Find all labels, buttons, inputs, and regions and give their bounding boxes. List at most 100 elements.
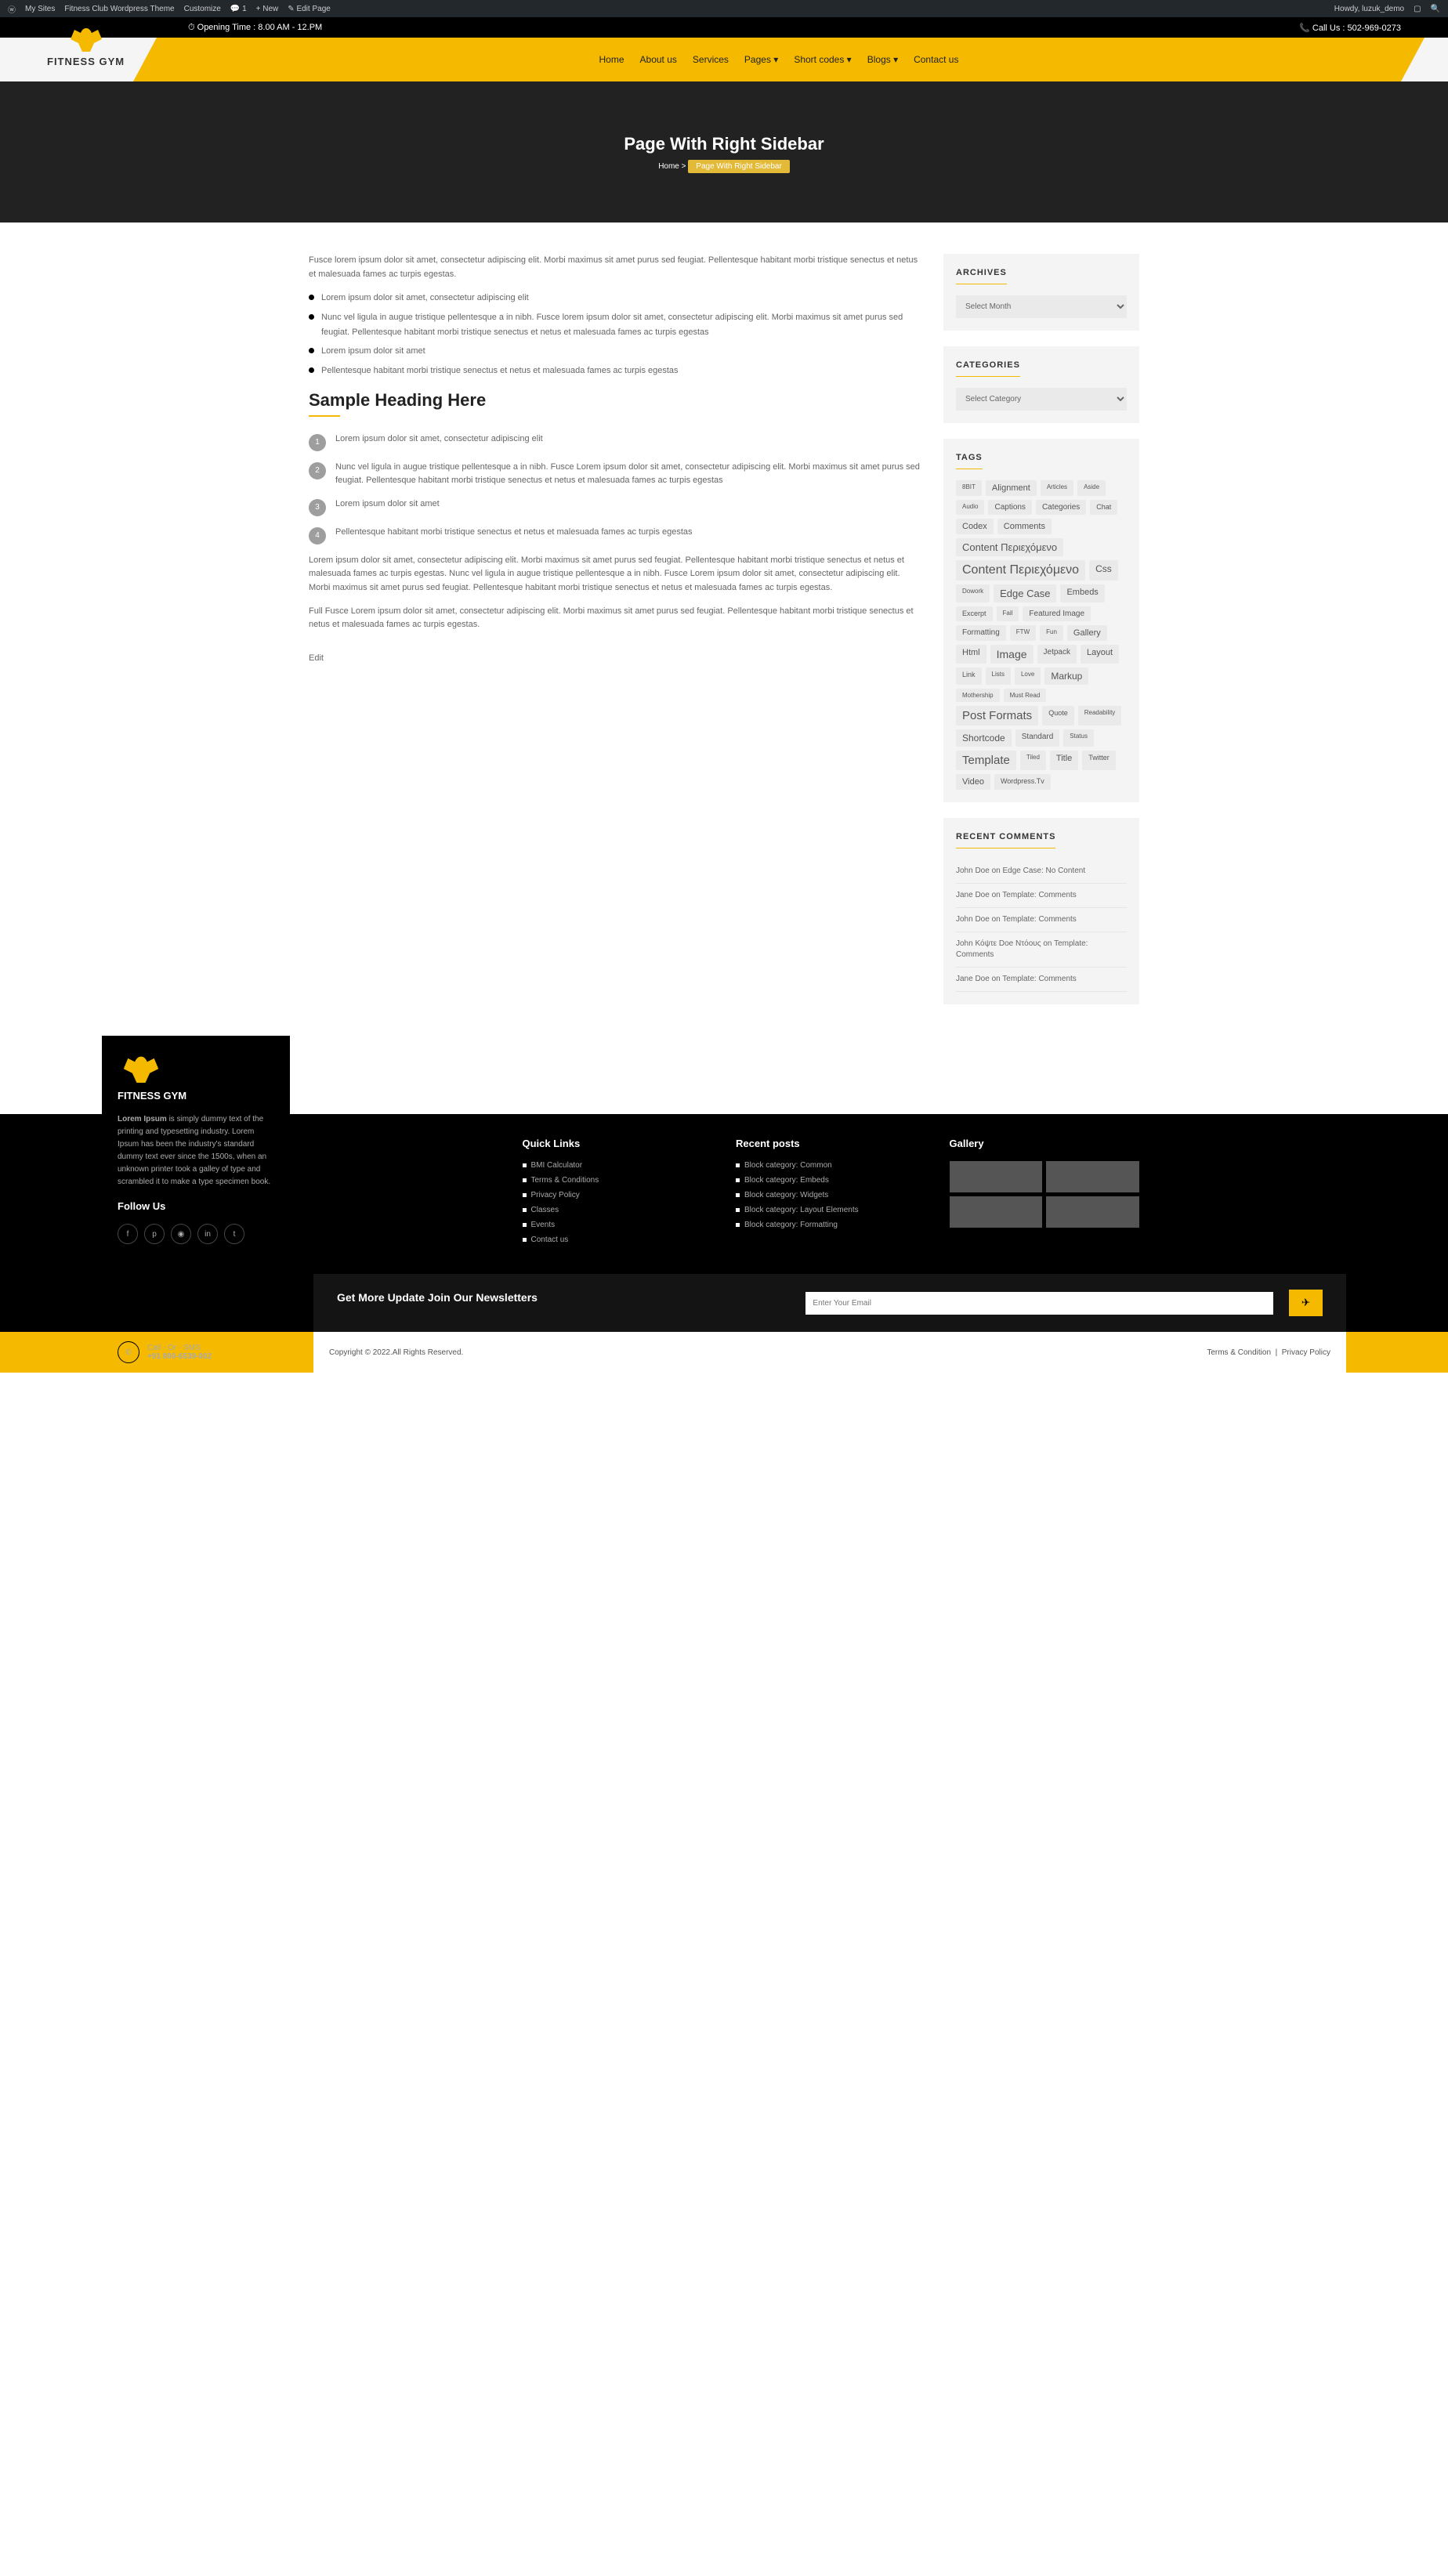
tag-link[interactable]: Alignment xyxy=(986,480,1037,496)
breadcrumb-home[interactable]: Home xyxy=(658,162,679,171)
privacy-link[interactable]: Privacy Policy xyxy=(1282,1348,1330,1357)
tag-link[interactable]: FTW xyxy=(1010,625,1036,641)
tag-link[interactable]: Tiled xyxy=(1020,751,1046,770)
tag-link[interactable]: Wordpress.Tv xyxy=(994,774,1051,790)
terms-link[interactable]: Terms & Condition xyxy=(1207,1348,1271,1357)
nav-about[interactable]: About us xyxy=(640,54,677,65)
comment-item[interactable]: Jane Doe on Template: Comments xyxy=(956,968,1127,992)
tag-link[interactable]: Categories xyxy=(1036,500,1086,515)
footer-link[interactable]: Events xyxy=(523,1221,713,1229)
tag-link[interactable]: Standard xyxy=(1015,729,1060,747)
newsletter-input[interactable] xyxy=(805,1292,1272,1315)
tag-link[interactable]: Video xyxy=(956,774,990,790)
tag-link[interactable]: Content Περιεχόμενο xyxy=(956,560,1085,581)
facebook-icon[interactable]: f xyxy=(118,1224,138,1244)
tag-link[interactable]: Dowork xyxy=(956,584,990,602)
comment-item[interactable]: John Doe on Template: Comments xyxy=(956,908,1127,932)
admin-avatar-icon[interactable]: ▢ xyxy=(1414,5,1421,13)
categories-select[interactable]: Select Category xyxy=(956,388,1127,411)
wp-logo-icon[interactable]: ⓦ xyxy=(8,3,16,15)
nav-blogs[interactable]: Blogs ▾ xyxy=(867,54,898,65)
tag-link[interactable]: Edge Case xyxy=(994,584,1056,602)
tag-link[interactable]: Excerpt xyxy=(956,606,993,621)
call-us[interactable]: 📞 Call Us : 502-969-0273 xyxy=(1299,23,1401,33)
tag-link[interactable]: Comments xyxy=(997,519,1052,534)
admin-comments[interactable]: 💬 1 xyxy=(230,5,247,13)
nav-contact[interactable]: Contact us xyxy=(914,54,958,65)
tag-link[interactable]: Mothership xyxy=(956,689,1000,702)
footer-link[interactable]: Block category: Common xyxy=(736,1161,926,1170)
tag-link[interactable]: Love xyxy=(1015,668,1041,685)
tag-link[interactable]: Fail xyxy=(997,606,1019,621)
tag-link[interactable]: Quote xyxy=(1042,706,1074,725)
tag-link[interactable]: Featured Image xyxy=(1023,606,1091,621)
tag-link[interactable]: Gallery xyxy=(1067,625,1107,641)
tag-link[interactable]: Articles xyxy=(1041,480,1073,496)
footer-link[interactable]: Block category: Formatting xyxy=(736,1221,926,1229)
admin-howdy[interactable]: Howdy, luzuk_demo xyxy=(1334,5,1404,13)
footer-link[interactable]: Classes xyxy=(523,1206,713,1214)
breadcrumb-current: Page With Right Sidebar xyxy=(688,160,790,173)
admin-mysites[interactable]: My Sites xyxy=(25,5,55,13)
tag-link[interactable]: Fun xyxy=(1040,625,1063,641)
tag-link[interactable]: Embeds xyxy=(1060,584,1104,602)
comment-item[interactable]: Jane Doe on Template: Comments xyxy=(956,884,1127,908)
tag-link[interactable]: Html xyxy=(956,645,986,664)
footer-gallery: Gallery xyxy=(950,1138,1140,1250)
tag-link[interactable]: Status xyxy=(1063,729,1094,747)
tag-link[interactable]: Must Read xyxy=(1004,689,1047,702)
nav-services[interactable]: Services xyxy=(693,54,729,65)
tag-link[interactable]: Chat xyxy=(1090,500,1117,515)
tag-link[interactable]: Formatting xyxy=(956,625,1006,641)
instagram-icon[interactable]: ◉ xyxy=(171,1224,191,1244)
newsletter-submit[interactable]: ✈ xyxy=(1289,1290,1323,1316)
gallery-thumb[interactable] xyxy=(950,1161,1043,1192)
archives-select[interactable]: Select Month xyxy=(956,295,1127,318)
footer-link[interactable]: BMI Calculator xyxy=(523,1161,713,1170)
tag-link[interactable]: Codex xyxy=(956,519,994,534)
tag-link[interactable]: Layout xyxy=(1081,645,1119,664)
footer-link[interactable]: Contact us xyxy=(523,1236,713,1244)
tag-link[interactable]: Css xyxy=(1089,560,1118,581)
tag-link[interactable]: Readability xyxy=(1078,706,1122,725)
tag-link[interactable]: Title xyxy=(1050,751,1078,770)
twitter-icon[interactable]: t xyxy=(224,1224,244,1244)
nav-shortcodes[interactable]: Short codes ▾ xyxy=(794,54,851,65)
tag-link[interactable]: Twitter xyxy=(1082,751,1116,770)
tag-link[interactable]: Markup xyxy=(1044,668,1088,685)
footer-link[interactable]: Terms & Conditions xyxy=(523,1176,713,1185)
call-number[interactable]: +91 800-6539-002 xyxy=(147,1352,212,1361)
tag-link[interactable]: Lists xyxy=(986,668,1011,685)
tag-link[interactable]: Link xyxy=(956,668,982,685)
tag-link[interactable]: Template xyxy=(956,751,1016,770)
footer-link[interactable]: Privacy Policy xyxy=(523,1191,713,1199)
footer-link[interactable]: Block category: Layout Elements xyxy=(736,1206,926,1214)
tag-link[interactable]: Audio xyxy=(956,500,984,515)
tag-link[interactable]: Captions xyxy=(988,500,1031,515)
linkedin-icon[interactable]: in xyxy=(197,1224,218,1244)
footer-link[interactable]: Block category: Embeds xyxy=(736,1176,926,1185)
admin-search-icon[interactable]: 🔍 xyxy=(1431,5,1440,13)
comment-item[interactable]: John Κόψτε Doe Ντόους on Template: Comme… xyxy=(956,932,1127,968)
nav-pages[interactable]: Pages ▾ xyxy=(744,54,778,65)
nav-home[interactable]: Home xyxy=(599,54,624,65)
admin-new[interactable]: + New xyxy=(256,5,279,13)
tag-link[interactable]: Post Formats xyxy=(956,706,1038,725)
tag-link[interactable]: 8BIT xyxy=(956,480,982,496)
tag-link[interactable]: Jetpack xyxy=(1037,645,1077,664)
tag-link[interactable]: Content Περιεχόμενο xyxy=(956,538,1063,556)
pinterest-icon[interactable]: p xyxy=(144,1224,165,1244)
admin-theme[interactable]: Fitness Club Wordpress Theme xyxy=(64,5,174,13)
gallery-thumb[interactable] xyxy=(950,1196,1043,1228)
tag-link[interactable]: Shortcode xyxy=(956,729,1012,747)
gallery-thumb[interactable] xyxy=(1046,1161,1139,1192)
tag-link[interactable]: Aside xyxy=(1077,480,1106,496)
footer-link[interactable]: Block category: Widgets xyxy=(736,1191,926,1199)
admin-edit[interactable]: ✎ Edit Page xyxy=(288,5,331,13)
admin-customize[interactable]: Customize xyxy=(184,5,221,13)
gallery-thumb[interactable] xyxy=(1046,1196,1139,1228)
tag-link[interactable]: Image xyxy=(990,645,1034,664)
site-logo[interactable]: FITNESS GYM xyxy=(47,24,125,67)
comment-item[interactable]: John Doe on Edge Case: No Content xyxy=(956,859,1127,884)
edit-link[interactable]: Edit xyxy=(309,653,324,663)
